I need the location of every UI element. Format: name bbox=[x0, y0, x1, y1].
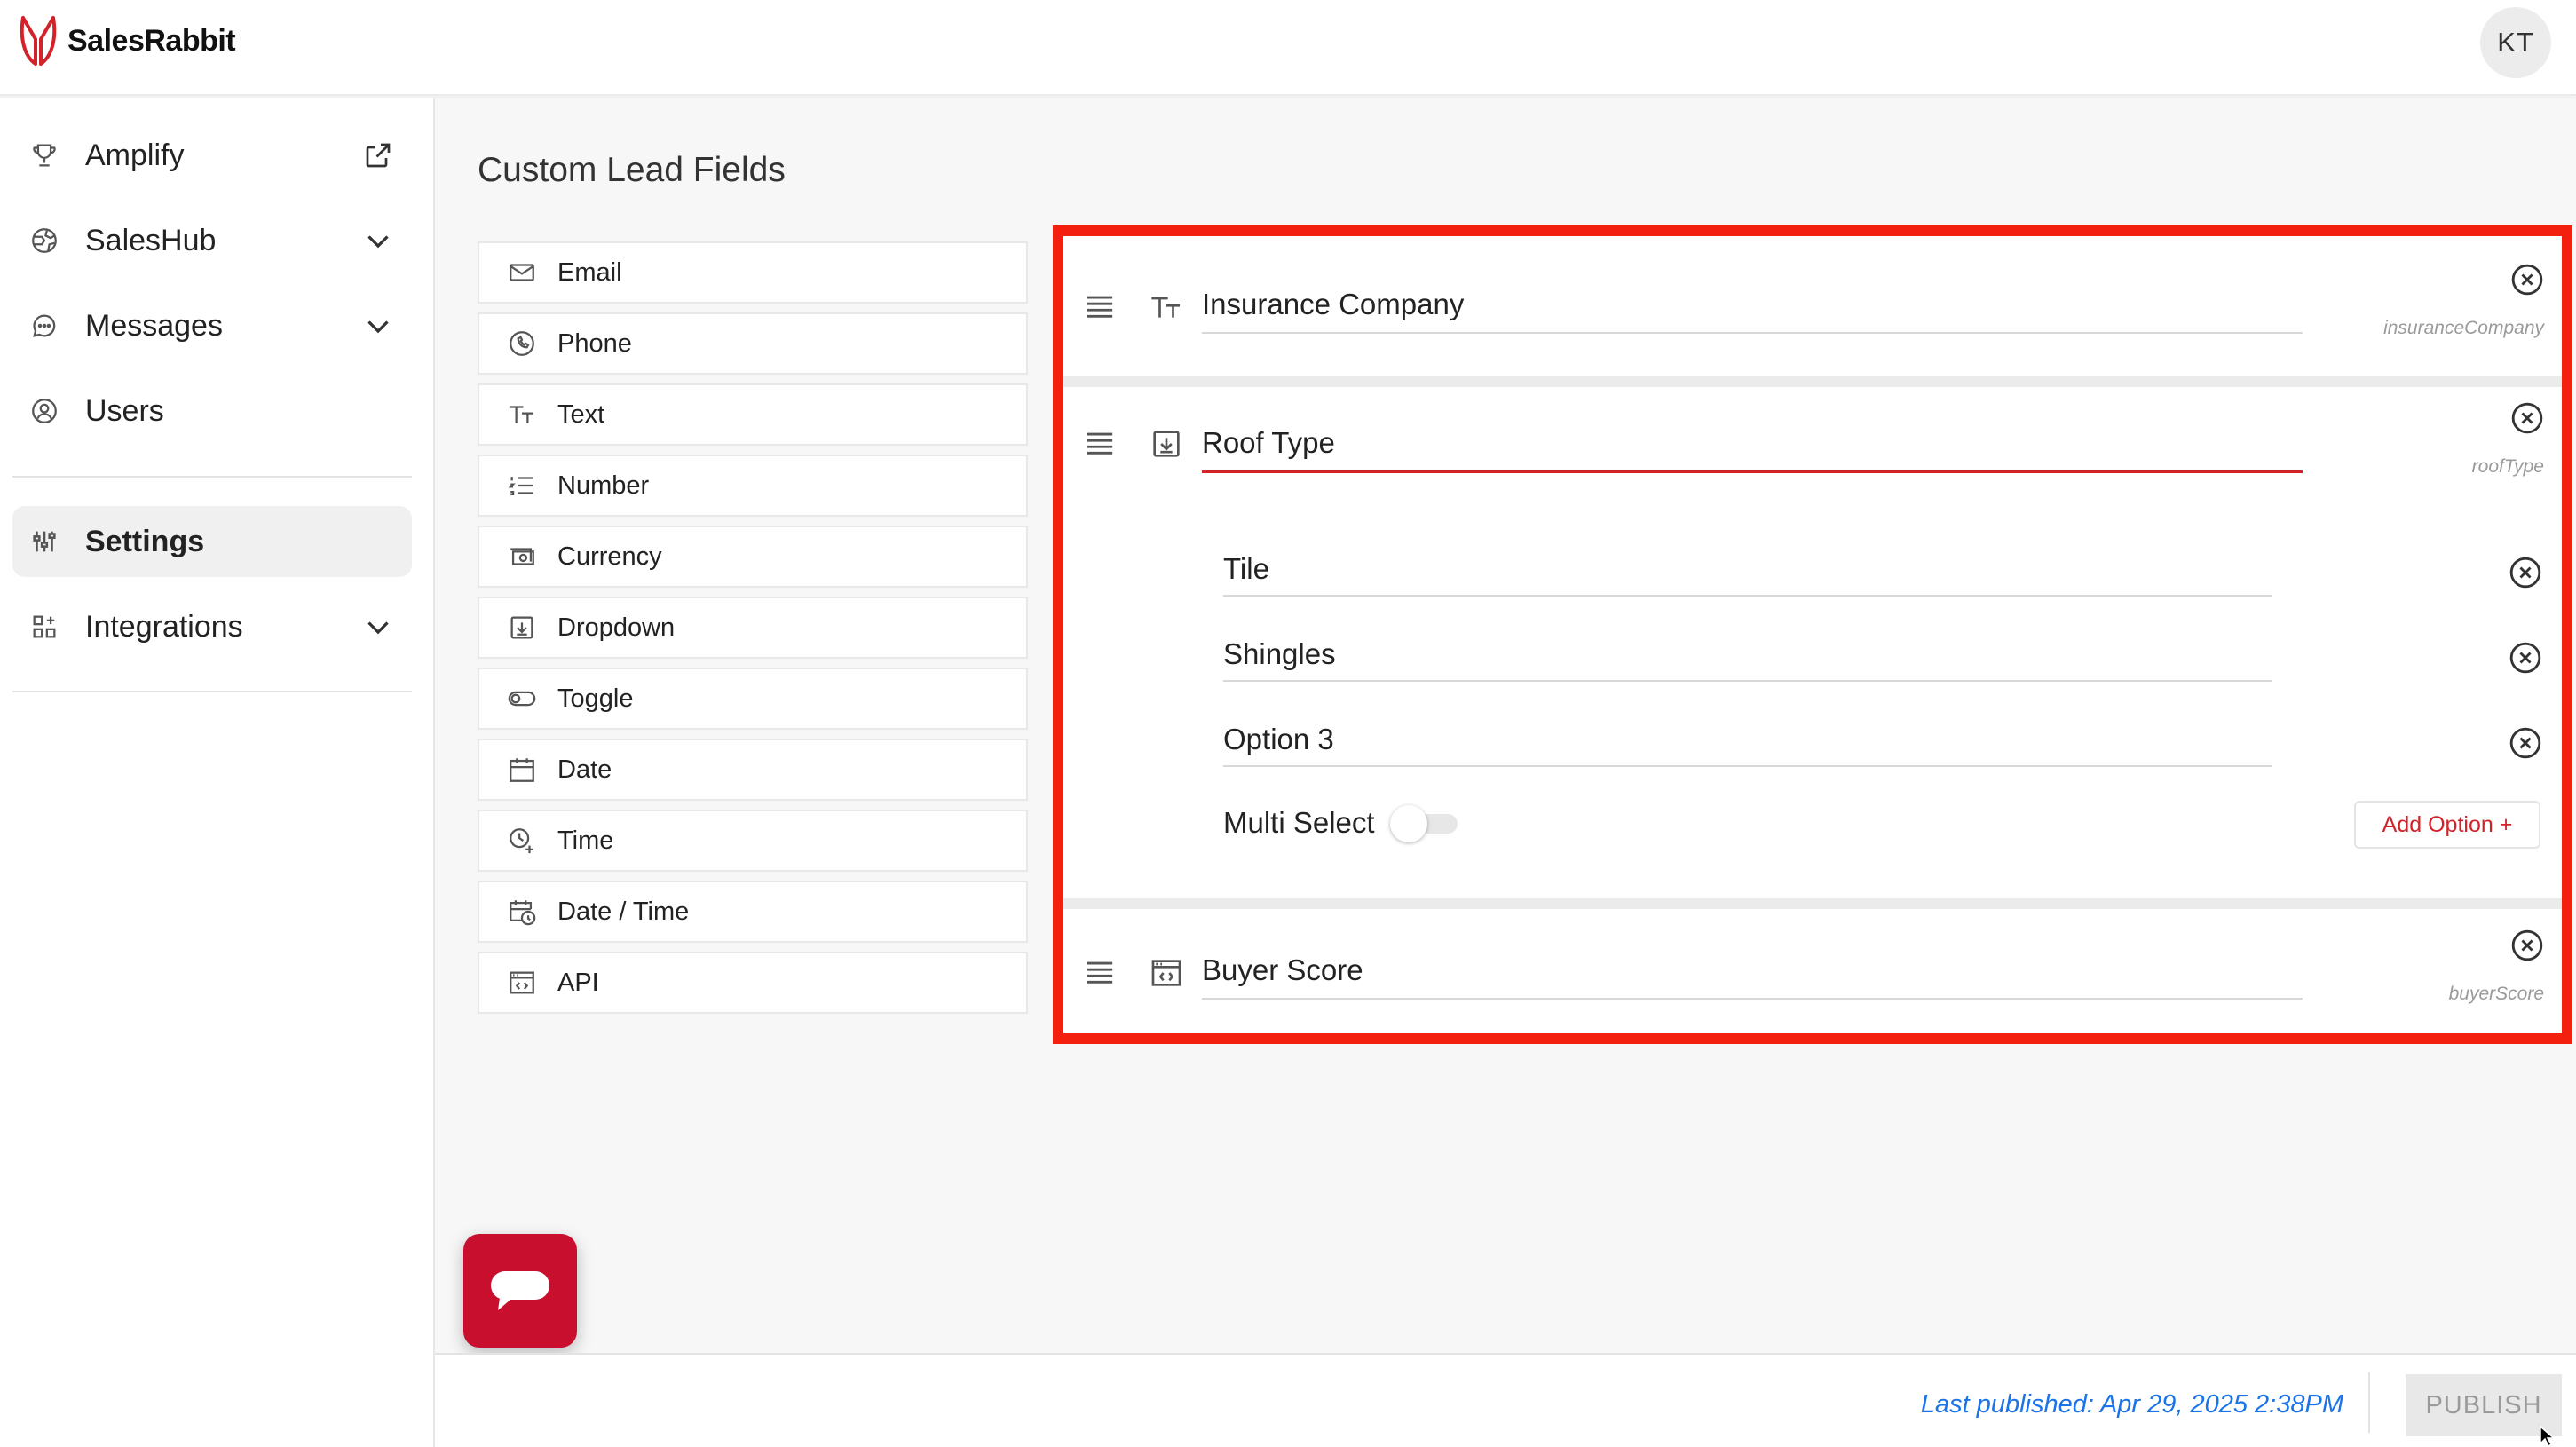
field-card-roof-type[interactable]: Roof Type roofType Tile Shingles Option … bbox=[1063, 387, 2562, 898]
multi-select-label: Multi Select bbox=[1223, 806, 1375, 839]
page-title: Custom Lead Fields bbox=[478, 151, 786, 189]
chat-bubble-icon bbox=[28, 310, 60, 342]
multi-select-toggle[interactable] bbox=[1390, 805, 1461, 842]
envelope-icon bbox=[506, 257, 538, 289]
top-bar: SalesRabbit KT bbox=[0, 0, 2576, 96]
field-editor: Insurance Company insuranceCompany Roof … bbox=[1053, 225, 2572, 1044]
field-key: insuranceCompany bbox=[2383, 318, 2544, 338]
chevron-down-icon[interactable] bbox=[362, 611, 394, 643]
phone-icon bbox=[506, 328, 538, 360]
sidebar-item-users[interactable]: Users bbox=[12, 376, 412, 447]
last-published-text: Last published: Apr 29, 2025 2:38PM bbox=[1920, 1390, 2343, 1419]
mouse-cursor-icon bbox=[2540, 1426, 2556, 1447]
palette-item-label: Date bbox=[557, 755, 612, 784]
sidebar-item-saleshub[interactable]: SalesHub bbox=[12, 205, 412, 276]
palette-item-dropdown[interactable]: Dropdown bbox=[478, 597, 1028, 659]
chevron-down-icon[interactable] bbox=[362, 310, 394, 342]
external-link-icon[interactable] bbox=[362, 139, 394, 171]
palette-item-label: Date / Time bbox=[557, 897, 690, 926]
user-avatar[interactable]: KT bbox=[2480, 7, 2551, 78]
sidebar-item-integrations[interactable]: Integrations bbox=[12, 591, 412, 662]
dropdown-icon bbox=[506, 612, 538, 644]
calendar-icon bbox=[506, 754, 538, 786]
globe-icon bbox=[28, 225, 60, 257]
footer-divider bbox=[2368, 1372, 2370, 1433]
numbered-list-icon bbox=[506, 470, 538, 502]
clock-plus-icon bbox=[506, 825, 538, 857]
palette-item-toggle[interactable]: Toggle bbox=[478, 668, 1028, 730]
add-option-button[interactable]: Add Option + bbox=[2354, 801, 2540, 849]
field-card-insurance-company[interactable]: Insurance Company insuranceCompany bbox=[1063, 236, 2562, 376]
remove-field-icon[interactable] bbox=[2510, 401, 2544, 435]
palette-item-email[interactable]: Email bbox=[478, 241, 1028, 304]
text-icon bbox=[1151, 297, 1180, 318]
chat-bubble-icon bbox=[491, 1271, 549, 1310]
text-icon bbox=[506, 399, 538, 431]
sidebar-divider bbox=[12, 476, 412, 478]
trophy-icon bbox=[28, 139, 60, 171]
api-window-icon bbox=[1151, 960, 1181, 986]
palette-item-currency[interactable]: Currency bbox=[478, 526, 1028, 588]
palette-item-label: Currency bbox=[557, 542, 662, 571]
palette-item-text[interactable]: Text bbox=[478, 383, 1028, 446]
app-name: SalesRabbit bbox=[67, 23, 236, 58]
palette-item-number[interactable]: Number bbox=[478, 455, 1028, 517]
toggle-icon bbox=[506, 683, 538, 715]
sidebar-item-label: Integrations bbox=[85, 609, 243, 644]
palette-item-label: Text bbox=[557, 399, 605, 429]
palette-item-phone[interactable]: Phone bbox=[478, 312, 1028, 375]
chat-launcher-button[interactable] bbox=[463, 1234, 577, 1348]
palette-item-label: Time bbox=[557, 826, 614, 855]
remove-field-icon[interactable] bbox=[2510, 263, 2544, 297]
sidebar-item-amplify[interactable]: Amplify bbox=[12, 120, 412, 191]
api-window-icon bbox=[506, 967, 538, 999]
remove-option-icon[interactable] bbox=[2509, 726, 2542, 760]
chevron-down-icon[interactable] bbox=[362, 225, 394, 257]
palette-item-label: Email bbox=[557, 257, 622, 287]
cash-icon bbox=[506, 541, 538, 573]
remove-field-icon[interactable] bbox=[2510, 929, 2544, 962]
sidebar-item-label: Amplify bbox=[85, 138, 185, 172]
sidebar-item-label: Users bbox=[85, 393, 164, 428]
sliders-icon bbox=[28, 526, 60, 557]
drag-handle-icon[interactable] bbox=[1085, 959, 1115, 985]
footer-bar: Last published: Apr 29, 2025 2:38PM PUBL… bbox=[435, 1353, 2576, 1447]
toggle-knob bbox=[1390, 805, 1427, 842]
app-logo[interactable]: SalesRabbit bbox=[18, 12, 236, 69]
palette-item-time[interactable]: Time bbox=[478, 810, 1028, 872]
remove-option-icon[interactable] bbox=[2509, 556, 2542, 589]
option-input[interactable]: Shingles bbox=[1223, 637, 2272, 682]
palette-item-date[interactable]: Date bbox=[478, 739, 1028, 801]
sidebar: Amplify SalesHub Messages Users Settings… bbox=[0, 98, 435, 1447]
drag-handle-icon[interactable] bbox=[1085, 293, 1115, 320]
field-card-buyer-score[interactable]: Buyer Score buyerScore bbox=[1063, 909, 2562, 1033]
sidebar-item-label: Messages bbox=[85, 308, 223, 343]
palette-item-label: Number bbox=[557, 470, 650, 500]
sidebar-item-settings[interactable]: Settings bbox=[12, 506, 412, 577]
drag-handle-icon[interactable] bbox=[1085, 430, 1115, 456]
field-name-input[interactable]: Buyer Score bbox=[1202, 953, 2303, 1000]
sidebar-item-label: Settings bbox=[85, 524, 205, 558]
field-name-input[interactable]: Roof Type bbox=[1202, 426, 2303, 473]
remove-option-icon[interactable] bbox=[2509, 641, 2542, 675]
field-key: roofType bbox=[2471, 456, 2544, 477]
palette-item-label: Phone bbox=[557, 328, 632, 358]
option-input[interactable]: Option 3 bbox=[1223, 723, 2272, 767]
option-input[interactable]: Tile bbox=[1223, 552, 2272, 597]
rabbit-logo-icon bbox=[20, 16, 57, 66]
calendar-clock-icon bbox=[506, 896, 538, 928]
user-circle-icon bbox=[28, 395, 60, 427]
palette-item-label: API bbox=[557, 968, 599, 997]
sidebar-item-label: SalesHub bbox=[85, 223, 217, 257]
field-key: buyerScore bbox=[2448, 984, 2544, 1004]
field-name-input[interactable]: Insurance Company bbox=[1202, 288, 2303, 334]
sidebar-item-messages[interactable]: Messages bbox=[12, 290, 412, 361]
grid-plus-icon bbox=[28, 611, 60, 643]
dropdown-icon bbox=[1153, 431, 1180, 457]
palette-item-label: Toggle bbox=[557, 684, 634, 713]
palette-item-label: Dropdown bbox=[557, 613, 676, 642]
palette-item-api[interactable]: API bbox=[478, 952, 1028, 1014]
sidebar-divider bbox=[12, 691, 412, 692]
palette-item-date-time[interactable]: Date / Time bbox=[478, 881, 1028, 943]
